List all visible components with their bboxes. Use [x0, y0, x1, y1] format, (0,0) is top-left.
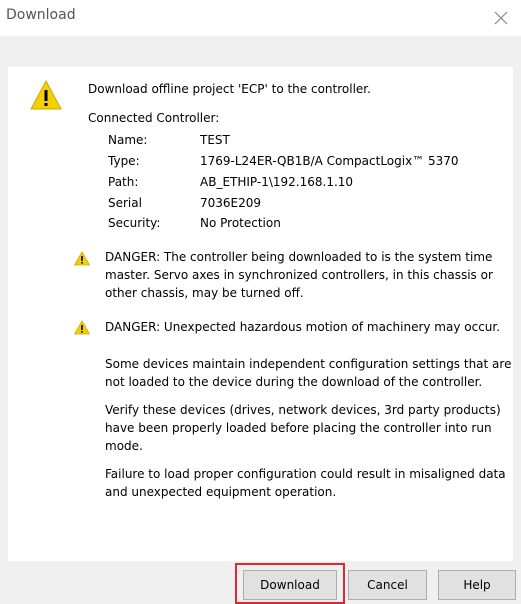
message-line: have been properly loaded before placing…	[105, 421, 492, 435]
dialog-content: Download offline project 'ECP' to the co…	[8, 67, 513, 561]
warning-icon	[74, 320, 90, 335]
info-label: Type:	[108, 154, 140, 168]
message-line: master. Servo axes in synchronized contr…	[105, 268, 493, 282]
message-line: and unexpected equipment operation.	[105, 485, 337, 499]
message-line: not loaded to the device during the down…	[105, 375, 483, 389]
paragraph-verify-devices: Verify these devices (drives, network de…	[105, 401, 501, 455]
info-label: Name:	[108, 133, 148, 147]
message-line: mode.	[105, 439, 143, 453]
danger-hazardous-motion: DANGER: Unexpected hazardous motion of m…	[105, 318, 500, 336]
info-label: Security:	[108, 216, 161, 230]
danger-time-master: DANGER: The controller being downloaded …	[105, 248, 500, 302]
download-button[interactable]: Download	[243, 570, 337, 600]
connected-controller-heading: Connected Controller:	[88, 111, 220, 125]
title-bar: Download	[0, 0, 521, 36]
message-line: Verify these devices (drives, network de…	[105, 403, 501, 417]
message-line: Some devices maintain independent config…	[105, 357, 512, 371]
message-line: DANGER: The controller being downloaded …	[105, 250, 493, 264]
paragraph-independent-settings: Some devices maintain independent config…	[105, 355, 512, 391]
info-label: Path:	[108, 175, 139, 189]
cancel-button[interactable]: Cancel	[348, 570, 427, 600]
warning-icon	[74, 251, 90, 266]
info-value: AB_ETHIP-1\192.168.1.10	[200, 175, 354, 189]
intro-text: Download offline project 'ECP' to the co…	[88, 82, 371, 96]
warning-icon	[30, 79, 62, 110]
message-line: other chassis, may be turned off.	[105, 286, 304, 300]
info-value: 1769-L24ER-QB1B/A CompactLogix™ 5370	[200, 154, 459, 168]
info-value: 7036E209	[200, 196, 262, 210]
message-line: Failure to load proper configuration cou…	[105, 467, 506, 481]
close-icon	[494, 11, 508, 25]
info-value: TEST	[200, 133, 230, 147]
info-label: Serial	[108, 196, 142, 210]
close-button[interactable]	[481, 0, 521, 36]
info-value: No Protection	[200, 216, 281, 230]
message-line: DANGER: Unexpected hazardous motion of m…	[105, 320, 501, 334]
window-title: Download	[6, 7, 76, 23]
paragraph-failure-warning: Failure to load proper configuration cou…	[105, 465, 506, 501]
help-button[interactable]: Help	[438, 570, 516, 600]
download-dialog: Download Download offline project 'ECP' …	[0, 0, 521, 604]
